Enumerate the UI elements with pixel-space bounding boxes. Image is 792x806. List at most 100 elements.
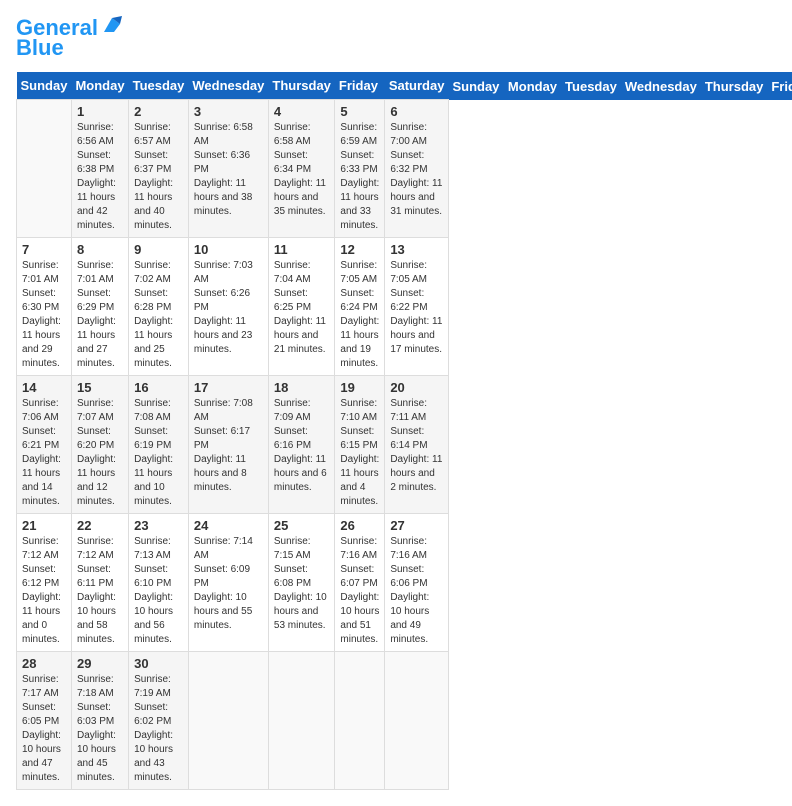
day-info: Sunrise: 7:02 AMSunset: 6:28 PMDaylight:… bbox=[134, 259, 183, 371]
day-header-thursday: Thursday bbox=[268, 72, 335, 100]
day-number: 16 bbox=[134, 380, 183, 395]
day-number: 15 bbox=[77, 380, 123, 395]
day-header-sunday: Sunday bbox=[17, 72, 72, 100]
day-info: Sunrise: 7:17 AMSunset: 6:05 PMDaylight:… bbox=[22, 673, 66, 785]
col-header-sunday: Sunday bbox=[448, 72, 503, 100]
calendar-cell: 6 Sunrise: 7:00 AMSunset: 6:32 PMDayligh… bbox=[385, 100, 449, 238]
day-number: 18 bbox=[274, 380, 330, 395]
col-header-tuesday: Tuesday bbox=[561, 72, 621, 100]
day-number: 3 bbox=[194, 104, 263, 119]
calendar-cell: 7 Sunrise: 7:01 AMSunset: 6:30 PMDayligh… bbox=[17, 238, 72, 376]
calendar-cell: 24 Sunrise: 7:14 AMSunset: 6:09 PMDaylig… bbox=[188, 514, 268, 652]
day-info: Sunrise: 7:12 AMSunset: 6:12 PMDaylight:… bbox=[22, 535, 66, 647]
calendar-cell: 8 Sunrise: 7:01 AMSunset: 6:29 PMDayligh… bbox=[71, 238, 128, 376]
day-number: 23 bbox=[134, 518, 183, 533]
calendar-cell: 15 Sunrise: 7:07 AMSunset: 6:20 PMDaylig… bbox=[71, 376, 128, 514]
calendar-cell: 19 Sunrise: 7:10 AMSunset: 6:15 PMDaylig… bbox=[335, 376, 385, 514]
day-number: 2 bbox=[134, 104, 183, 119]
day-info: Sunrise: 7:12 AMSunset: 6:11 PMDaylight:… bbox=[77, 535, 123, 647]
day-info: Sunrise: 7:14 AMSunset: 6:09 PMDaylight:… bbox=[194, 535, 263, 633]
day-number: 21 bbox=[22, 518, 66, 533]
day-number: 7 bbox=[22, 242, 66, 257]
day-info: Sunrise: 7:11 AMSunset: 6:14 PMDaylight:… bbox=[390, 397, 443, 495]
day-info: Sunrise: 7:05 AMSunset: 6:22 PMDaylight:… bbox=[390, 259, 443, 357]
day-header-saturday: Saturday bbox=[385, 72, 449, 100]
calendar-cell: 28 Sunrise: 7:17 AMSunset: 6:05 PMDaylig… bbox=[17, 652, 72, 790]
day-number: 26 bbox=[340, 518, 379, 533]
day-number: 8 bbox=[77, 242, 123, 257]
calendar-cell: 17 Sunrise: 7:08 AMSunset: 6:17 PMDaylig… bbox=[188, 376, 268, 514]
calendar-cell: 26 Sunrise: 7:16 AMSunset: 6:07 PMDaylig… bbox=[335, 514, 385, 652]
day-info: Sunrise: 7:10 AMSunset: 6:15 PMDaylight:… bbox=[340, 397, 379, 509]
calendar-cell: 10 Sunrise: 7:03 AMSunset: 6:26 PMDaylig… bbox=[188, 238, 268, 376]
day-number: 28 bbox=[22, 656, 66, 671]
day-number: 1 bbox=[77, 104, 123, 119]
day-info: Sunrise: 7:18 AMSunset: 6:03 PMDaylight:… bbox=[77, 673, 123, 785]
calendar-cell: 27 Sunrise: 7:16 AMSunset: 6:06 PMDaylig… bbox=[385, 514, 449, 652]
calendar-week-2: 7 Sunrise: 7:01 AMSunset: 6:30 PMDayligh… bbox=[17, 238, 792, 376]
calendar-cell bbox=[385, 652, 449, 790]
day-number: 6 bbox=[390, 104, 443, 119]
logo-bird-icon bbox=[100, 14, 122, 36]
col-header-monday: Monday bbox=[504, 72, 561, 100]
day-number: 14 bbox=[22, 380, 66, 395]
calendar-cell: 25 Sunrise: 7:15 AMSunset: 6:08 PMDaylig… bbox=[268, 514, 335, 652]
day-number: 12 bbox=[340, 242, 379, 257]
day-number: 30 bbox=[134, 656, 183, 671]
calendar-cell: 22 Sunrise: 7:12 AMSunset: 6:11 PMDaylig… bbox=[71, 514, 128, 652]
day-number: 10 bbox=[194, 242, 263, 257]
calendar-cell bbox=[188, 652, 268, 790]
calendar-cell bbox=[17, 100, 72, 238]
day-info: Sunrise: 6:56 AMSunset: 6:38 PMDaylight:… bbox=[77, 121, 123, 233]
day-info: Sunrise: 7:01 AMSunset: 6:29 PMDaylight:… bbox=[77, 259, 123, 371]
col-header-wednesday: Wednesday bbox=[621, 72, 701, 100]
calendar-cell: 2 Sunrise: 6:57 AMSunset: 6:37 PMDayligh… bbox=[129, 100, 189, 238]
day-info: Sunrise: 7:06 AMSunset: 6:21 PMDaylight:… bbox=[22, 397, 66, 509]
day-info: Sunrise: 7:05 AMSunset: 6:24 PMDaylight:… bbox=[340, 259, 379, 371]
calendar-cell: 3 Sunrise: 6:58 AMSunset: 6:36 PMDayligh… bbox=[188, 100, 268, 238]
day-info: Sunrise: 7:08 AMSunset: 6:19 PMDaylight:… bbox=[134, 397, 183, 509]
calendar-table: SundayMondayTuesdayWednesdayThursdayFrid… bbox=[16, 72, 792, 790]
calendar-cell: 20 Sunrise: 7:11 AMSunset: 6:14 PMDaylig… bbox=[385, 376, 449, 514]
day-number: 5 bbox=[340, 104, 379, 119]
calendar-cell: 16 Sunrise: 7:08 AMSunset: 6:19 PMDaylig… bbox=[129, 376, 189, 514]
day-number: 9 bbox=[134, 242, 183, 257]
day-header-tuesday: Tuesday bbox=[129, 72, 189, 100]
day-header-friday: Friday bbox=[335, 72, 385, 100]
day-number: 19 bbox=[340, 380, 379, 395]
calendar-cell: 23 Sunrise: 7:13 AMSunset: 6:10 PMDaylig… bbox=[129, 514, 189, 652]
day-number: 17 bbox=[194, 380, 263, 395]
calendar-cell bbox=[335, 652, 385, 790]
calendar-week-3: 14 Sunrise: 7:06 AMSunset: 6:21 PMDaylig… bbox=[17, 376, 792, 514]
day-info: Sunrise: 7:07 AMSunset: 6:20 PMDaylight:… bbox=[77, 397, 123, 509]
calendar-cell: 14 Sunrise: 7:06 AMSunset: 6:21 PMDaylig… bbox=[17, 376, 72, 514]
calendar-cell: 13 Sunrise: 7:05 AMSunset: 6:22 PMDaylig… bbox=[385, 238, 449, 376]
calendar-cell: 12 Sunrise: 7:05 AMSunset: 6:24 PMDaylig… bbox=[335, 238, 385, 376]
calendar-cell: 18 Sunrise: 7:09 AMSunset: 6:16 PMDaylig… bbox=[268, 376, 335, 514]
calendar-header-row: SundayMondayTuesdayWednesdayThursdayFrid… bbox=[17, 72, 792, 100]
day-number: 13 bbox=[390, 242, 443, 257]
calendar-cell: 1 Sunrise: 6:56 AMSunset: 6:38 PMDayligh… bbox=[71, 100, 128, 238]
day-info: Sunrise: 6:58 AMSunset: 6:36 PMDaylight:… bbox=[194, 121, 263, 219]
calendar-cell: 21 Sunrise: 7:12 AMSunset: 6:12 PMDaylig… bbox=[17, 514, 72, 652]
calendar-week-4: 21 Sunrise: 7:12 AMSunset: 6:12 PMDaylig… bbox=[17, 514, 792, 652]
page-header: General Blue bbox=[16, 16, 776, 60]
calendar-cell: 11 Sunrise: 7:04 AMSunset: 6:25 PMDaylig… bbox=[268, 238, 335, 376]
calendar-cell: 30 Sunrise: 7:19 AMSunset: 6:02 PMDaylig… bbox=[129, 652, 189, 790]
day-number: 27 bbox=[390, 518, 443, 533]
day-info: Sunrise: 7:00 AMSunset: 6:32 PMDaylight:… bbox=[390, 121, 443, 219]
calendar-cell: 5 Sunrise: 6:59 AMSunset: 6:33 PMDayligh… bbox=[335, 100, 385, 238]
day-info: Sunrise: 7:01 AMSunset: 6:30 PMDaylight:… bbox=[22, 259, 66, 371]
logo: General Blue bbox=[16, 16, 122, 60]
day-info: Sunrise: 7:04 AMSunset: 6:25 PMDaylight:… bbox=[274, 259, 330, 357]
col-header-thursday: Thursday bbox=[701, 72, 768, 100]
calendar-week-1: 1 Sunrise: 6:56 AMSunset: 6:38 PMDayligh… bbox=[17, 100, 792, 238]
calendar-cell: 29 Sunrise: 7:18 AMSunset: 6:03 PMDaylig… bbox=[71, 652, 128, 790]
calendar-cell: 4 Sunrise: 6:58 AMSunset: 6:34 PMDayligh… bbox=[268, 100, 335, 238]
day-info: Sunrise: 6:59 AMSunset: 6:33 PMDaylight:… bbox=[340, 121, 379, 233]
day-info: Sunrise: 7:13 AMSunset: 6:10 PMDaylight:… bbox=[134, 535, 183, 647]
day-header-monday: Monday bbox=[71, 72, 128, 100]
day-number: 11 bbox=[274, 242, 330, 257]
day-info: Sunrise: 6:58 AMSunset: 6:34 PMDaylight:… bbox=[274, 121, 330, 219]
logo-blue-text: Blue bbox=[16, 36, 64, 60]
